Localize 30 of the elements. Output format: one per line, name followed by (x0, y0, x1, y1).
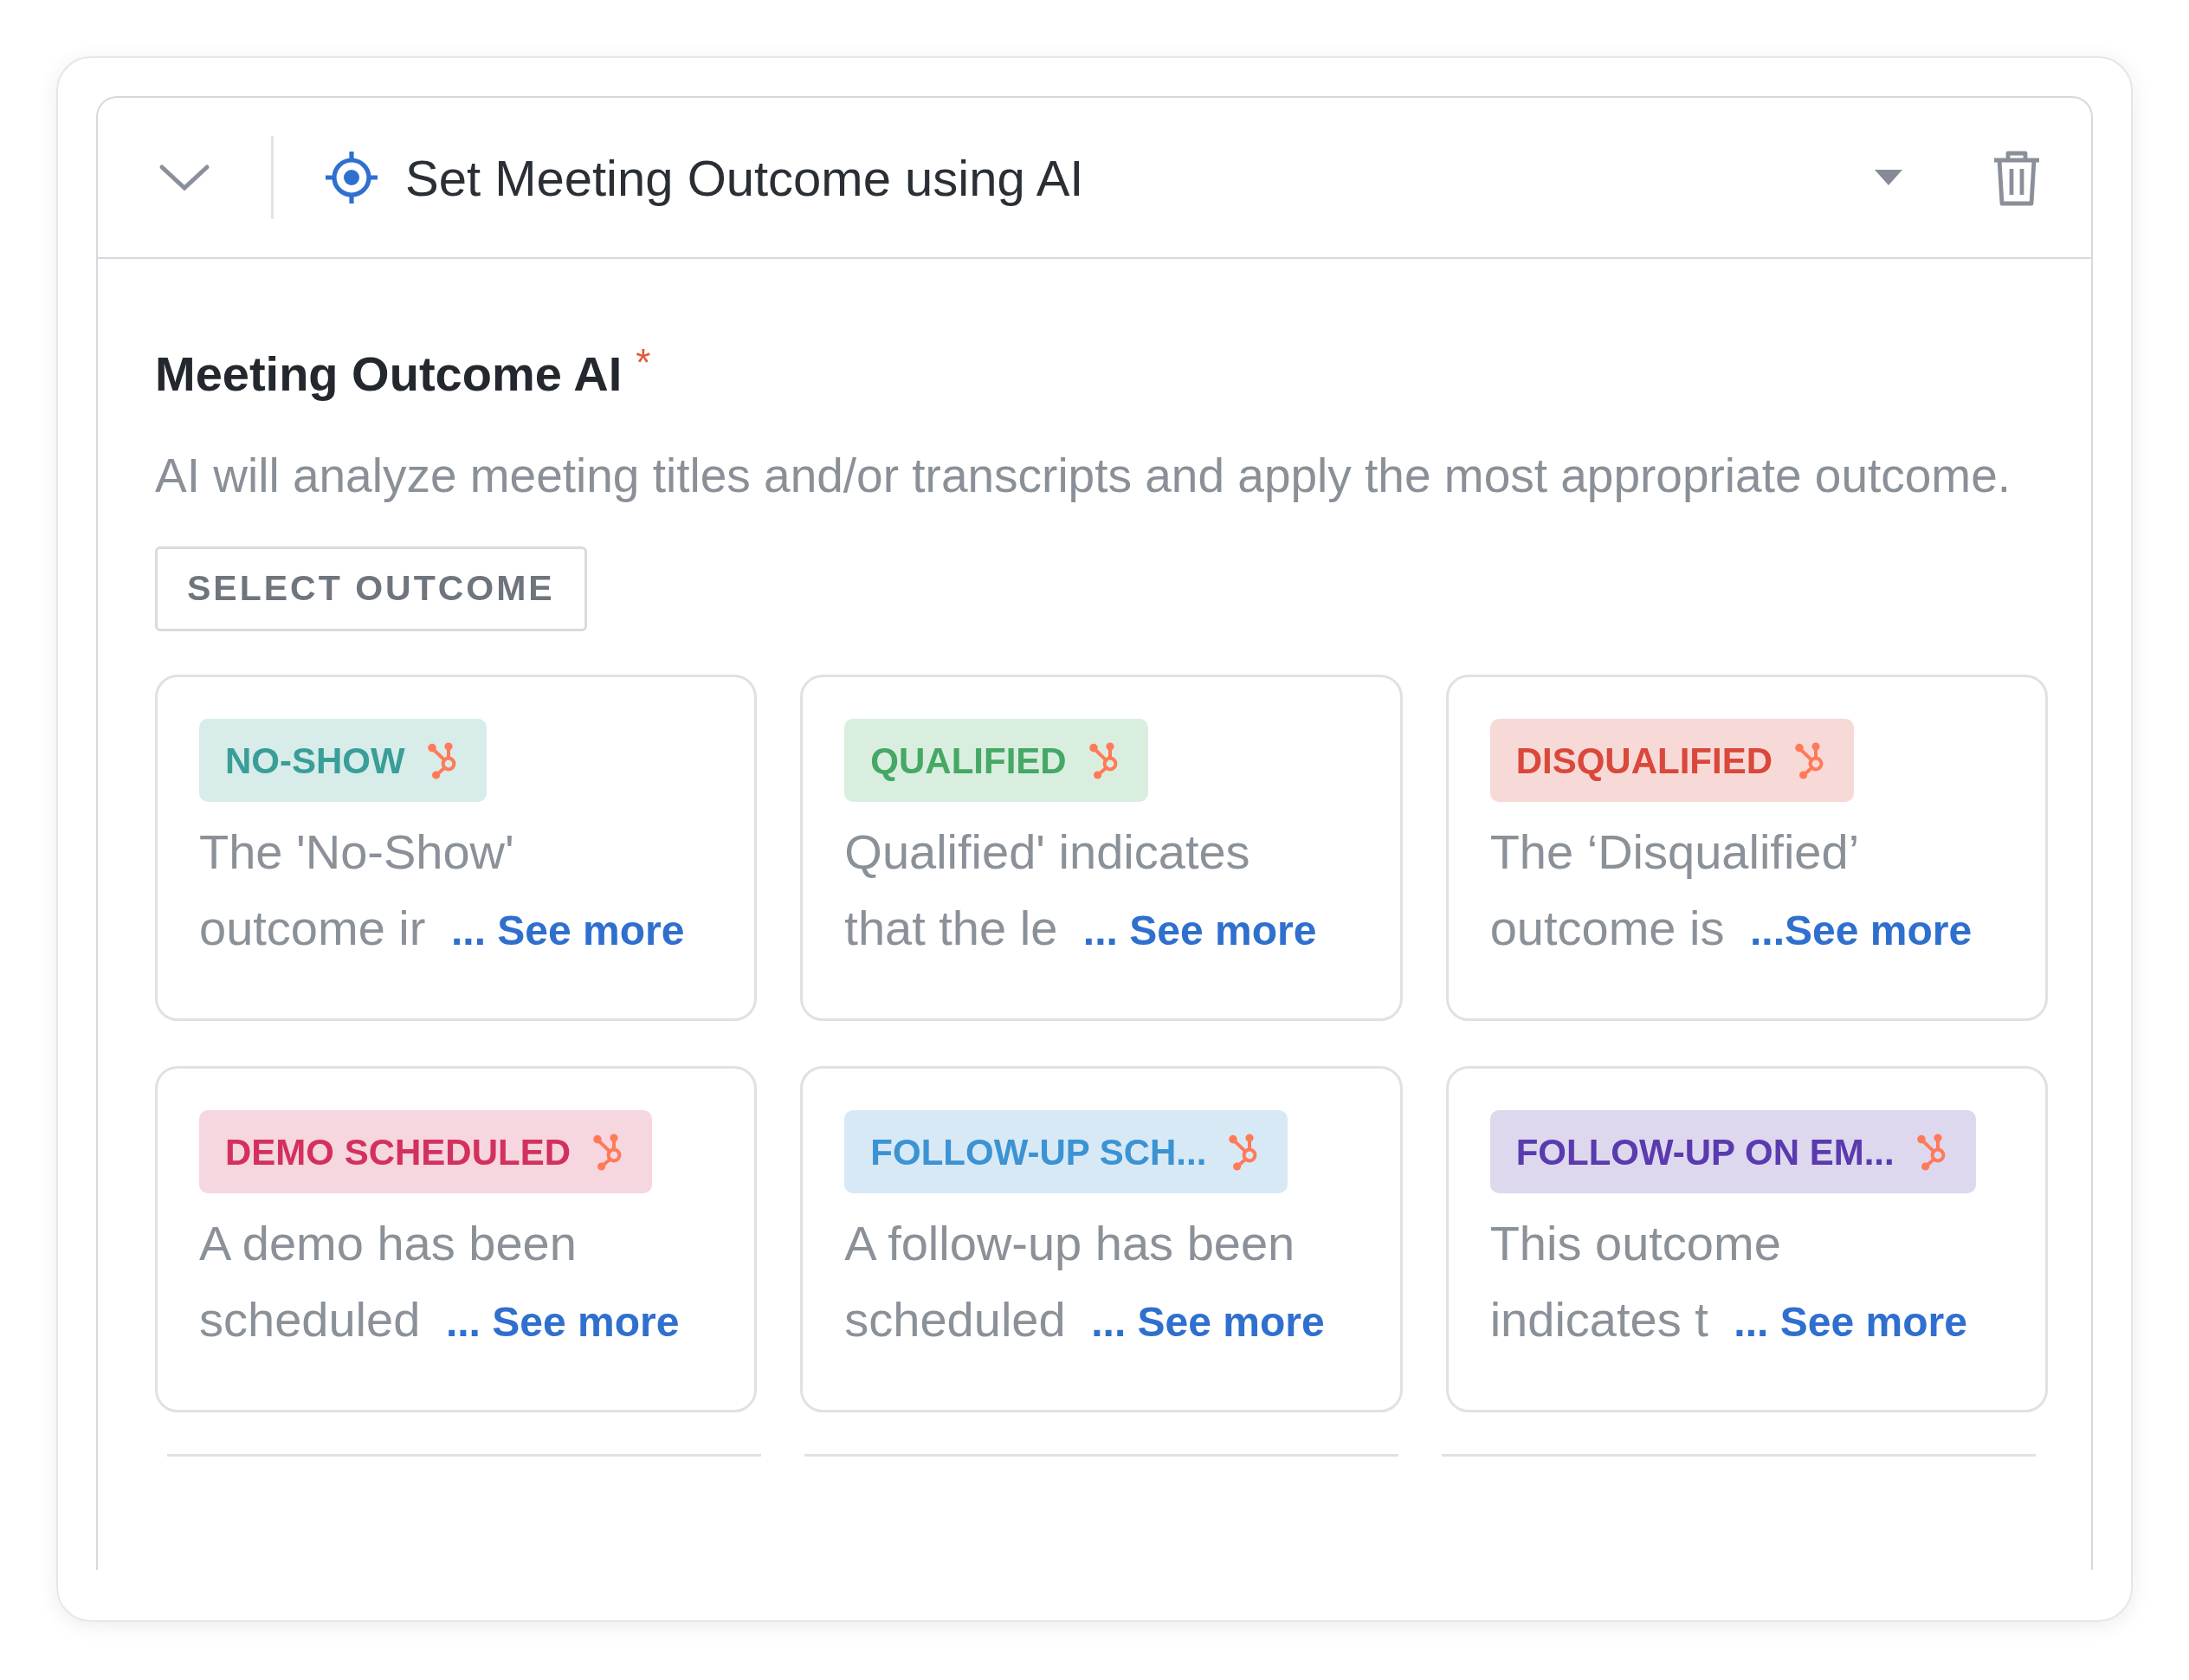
see-more-link[interactable]: ... See more (451, 908, 685, 953)
outcome-description: A demo has been scheduled ... See more (199, 1215, 681, 1348)
see-more-link[interactable]: ...See more (1750, 908, 1973, 953)
tag-label: DEMO SCHEDULED (225, 1130, 571, 1174)
tag-label: NO-SHOW (225, 739, 405, 783)
action-title: Set Meeting Outcome using AI (405, 148, 1084, 208)
outcome-card[interactable]: NO-SHOW The 'No-Show' outcome ir ... See more (155, 675, 758, 1021)
outcome-card[interactable]: QUALIFIED Qualified' indicates that the le ... See more (800, 675, 1403, 1021)
outcome-card[interactable]: DISQUALIFIED The ‘Disqualified’ outcome is ...See more (1445, 675, 2048, 1021)
outcome-description: This outcome indicates t ... See more (1489, 1215, 1968, 1348)
select-outcome-button[interactable]: SELECT OUTCOME (155, 546, 587, 631)
target-icon (324, 150, 379, 205)
tag-label: FOLLOW-UP ON EM... (1515, 1130, 1895, 1174)
tag-label: FOLLOW-UP SCH... (870, 1130, 1207, 1174)
outcome-card[interactable]: FOLLOW-UP SCH... A follow-up has been scheduled ... See more (800, 1066, 1403, 1412)
outcome-description: A follow-up has been scheduled ... See more (844, 1215, 1326, 1348)
tag-label: DISQUALIFIED (1515, 739, 1773, 783)
section-title: Meeting Outcome AI (155, 346, 623, 403)
see-more-link[interactable]: ... See more (1734, 1299, 1967, 1345)
outcome-description: The ‘Disqualified’ outcome is ...See more (1489, 824, 1973, 957)
tag-label: QUALIFIED (870, 739, 1067, 783)
required-asterisk: * (636, 344, 651, 382)
outcome-card[interactable]: DEMO SCHEDULED A demo has been scheduled ... See more (155, 1066, 758, 1412)
section-description: AI will analyze meeting titles and/or transcripts and apply the most appropriate outcome. (155, 448, 2012, 504)
see-more-link[interactable]: ... See more (445, 1299, 680, 1345)
see-more-link[interactable]: ... See more (1091, 1299, 1325, 1345)
see-more-link[interactable]: ... See more (1082, 908, 1317, 953)
outcome-card[interactable]: FOLLOW-UP ON EM... This outcome indicates t ... See more (1445, 1066, 2048, 1412)
outcome-description: The 'No-Show' outcome ir ... See more (199, 824, 686, 957)
outcome-description: Qualified' indicates that the le ... See more (844, 824, 1318, 957)
